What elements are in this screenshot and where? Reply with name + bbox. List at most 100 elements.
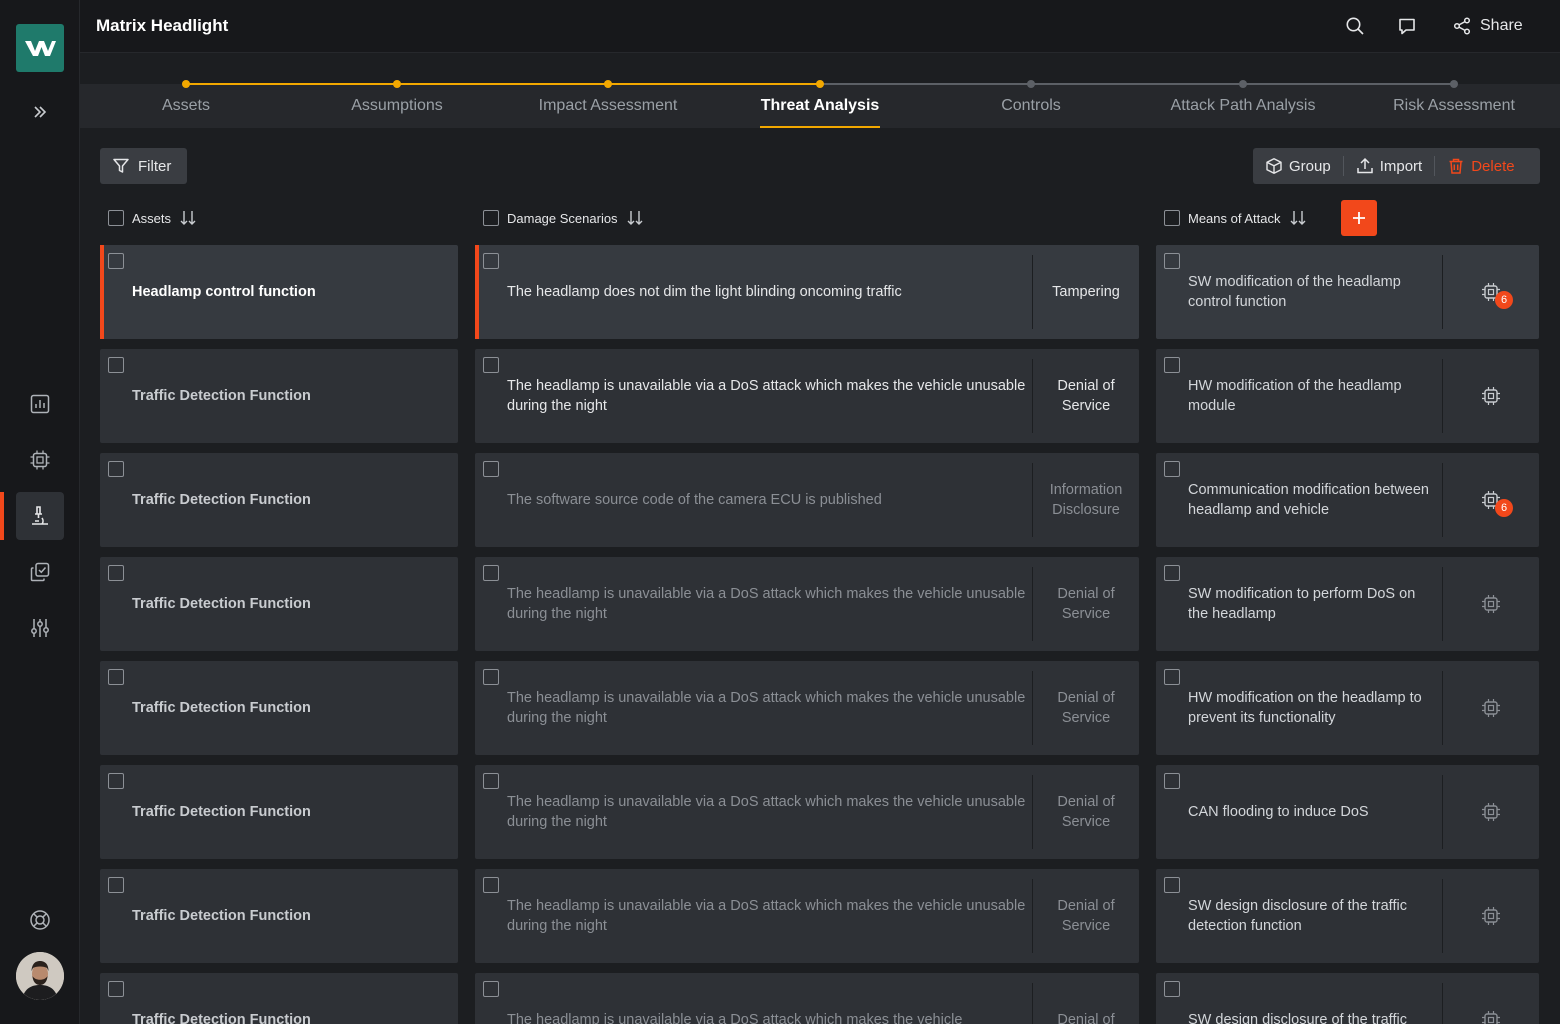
damage-scenario-card[interactable]: The headlamp is unavailable via a DoS at… (475, 661, 1139, 755)
means-of-attack-text: SW modification of the headlamp control … (1188, 274, 1401, 310)
damage-scenario-card[interactable]: The headlamp is unavailable via a DoS at… (475, 869, 1139, 963)
comment-icon[interactable] (1395, 14, 1419, 38)
asset-card[interactable]: Traffic Detection Function (100, 869, 458, 963)
damage-scenario-card[interactable]: The headlamp does not dim the light blin… (475, 245, 1139, 339)
asset-card[interactable]: Traffic Detection Function (100, 973, 458, 1024)
nav-help-button[interactable] (16, 896, 64, 944)
group-button[interactable]: Group (1253, 156, 1343, 176)
means-of-attack-checkbox[interactable] (1164, 565, 1180, 581)
asset-card[interactable]: Traffic Detection Function (100, 557, 458, 651)
select-all-assets-checkbox[interactable] (108, 210, 124, 226)
asset-card[interactable]: Traffic Detection Function (100, 349, 458, 443)
means-of-attack-checkbox[interactable] (1164, 253, 1180, 269)
count-badge: 6 (1495, 291, 1513, 309)
damage-scenario-card[interactable]: The headlamp is unavailable via a DoS at… (475, 557, 1139, 651)
nav-controls-button[interactable] (16, 548, 64, 596)
app-title: Matrix Headlight (96, 16, 229, 35)
means-of-attack-card[interactable]: SW design disclosure of the traffic (1156, 973, 1539, 1024)
sort-icon[interactable] (179, 209, 197, 227)
stepper-track (1031, 83, 1243, 85)
damage-scenario-text: The headlamp is unavailable via a DoS at… (507, 690, 1026, 726)
damage-scenario-card[interactable]: The headlamp is unavailable via a DoS at… (475, 765, 1139, 859)
damage-scenario-card[interactable]: The headlamp is unavailable via a DoS at… (475, 349, 1139, 443)
damage-scenario-card[interactable]: The headlamp is unavailable via a DoS at… (475, 973, 1139, 1024)
means-of-attack-checkbox[interactable] (1164, 669, 1180, 685)
stepper-dot (1027, 80, 1035, 88)
damage-scenario-checkbox[interactable] (483, 461, 499, 477)
asset-checkbox[interactable] (108, 565, 124, 581)
damage-scenario-card[interactable]: The software source code of the camera E… (475, 453, 1139, 547)
asset-card[interactable]: Traffic Detection Function (100, 661, 458, 755)
tab-step[interactable]: Threat Analysis (720, 97, 920, 115)
asset-checkbox[interactable] (108, 669, 124, 685)
nav-components-button[interactable] (16, 436, 64, 484)
tab-step[interactable]: Risk Assessment (1354, 97, 1554, 115)
import-button[interactable]: Import (1344, 156, 1435, 176)
tab-step[interactable]: Assets (86, 97, 286, 115)
tab-step[interactable]: Controls (931, 97, 1131, 115)
attack-component-button[interactable]: 6 (1443, 453, 1539, 547)
asset-checkbox[interactable] (108, 253, 124, 269)
nav-settings-button[interactable] (16, 604, 64, 652)
add-means-of-attack-button[interactable] (1341, 200, 1377, 236)
nav-reports-button[interactable] (16, 380, 64, 428)
means-of-attack-column-header: Means of Attack (1164, 208, 1307, 228)
attack-component-button[interactable] (1443, 557, 1539, 651)
damage-scenario-checkbox[interactable] (483, 981, 499, 997)
user-avatar[interactable] (16, 952, 64, 1000)
sort-icon[interactable] (1289, 209, 1307, 227)
tab-step[interactable]: Assumptions (297, 97, 497, 115)
asset-card[interactable]: Traffic Detection Function (100, 453, 458, 547)
means-of-attack-card[interactable]: HW modification on the headlamp to preve… (1156, 661, 1539, 755)
attack-component-button[interactable] (1443, 349, 1539, 443)
damage-scenario-checkbox[interactable] (483, 877, 499, 893)
share-icon (1453, 17, 1471, 35)
share-button[interactable]: Share (1452, 14, 1523, 38)
chip-icon (1482, 387, 1500, 405)
means-of-attack-card[interactable]: HW modification of the headlamp module (1156, 349, 1539, 443)
select-all-means-of-attack-checkbox[interactable] (1164, 210, 1180, 226)
damage-scenario-checkbox[interactable] (483, 253, 499, 269)
attack-component-button[interactable] (1443, 661, 1539, 755)
select-all-damage-scenarios-checkbox[interactable] (483, 210, 499, 226)
attack-component-button[interactable] (1443, 869, 1539, 963)
stepper-dot (182, 80, 190, 88)
means-of-attack-checkbox[interactable] (1164, 461, 1180, 477)
asset-checkbox[interactable] (108, 461, 124, 477)
asset-checkbox[interactable] (108, 773, 124, 789)
tab-step[interactable]: Impact Assessment (508, 97, 708, 115)
damage-scenarios-column-header: Damage Scenarios (483, 208, 644, 228)
means-of-attack-card[interactable]: CAN flooding to induce DoS (1156, 765, 1539, 859)
attack-component-button[interactable] (1443, 765, 1539, 859)
asset-checkbox[interactable] (108, 357, 124, 373)
app-logo[interactable] (16, 24, 64, 72)
damage-scenario-checkbox[interactable] (483, 669, 499, 685)
stride-category: Denial of Service (1057, 690, 1115, 726)
means-of-attack-checkbox[interactable] (1164, 877, 1180, 893)
means-of-attack-card[interactable]: SW design disclosure of the traffic dete… (1156, 869, 1539, 963)
nav-threat-analysis-button[interactable] (16, 492, 64, 540)
expand-sidebar-icon[interactable] (28, 100, 52, 124)
attack-component-button[interactable] (1443, 973, 1539, 1024)
attack-component-button[interactable]: 6 (1443, 245, 1539, 339)
asset-checkbox[interactable] (108, 877, 124, 893)
means-of-attack-card[interactable]: SW modification of the headlamp control … (1156, 245, 1539, 339)
sort-icon[interactable] (626, 209, 644, 227)
stepper-dot (604, 80, 612, 88)
delete-button[interactable]: Delete (1435, 156, 1526, 176)
search-icon[interactable] (1343, 14, 1367, 38)
filter-button[interactable]: Filter (100, 148, 187, 184)
asset-card[interactable]: Traffic Detection Function (100, 765, 458, 859)
means-of-attack-checkbox[interactable] (1164, 981, 1180, 997)
chip-icon (1482, 699, 1500, 717)
means-of-attack-checkbox[interactable] (1164, 357, 1180, 373)
asset-card[interactable]: Headlamp control function (100, 245, 458, 339)
means-of-attack-card[interactable]: SW modification to perform DoS on the he… (1156, 557, 1539, 651)
damage-scenario-checkbox[interactable] (483, 773, 499, 789)
tab-step[interactable]: Attack Path Analysis (1143, 97, 1343, 115)
damage-scenario-checkbox[interactable] (483, 357, 499, 373)
means-of-attack-checkbox[interactable] (1164, 773, 1180, 789)
means-of-attack-card[interactable]: Communication modification between headl… (1156, 453, 1539, 547)
damage-scenario-checkbox[interactable] (483, 565, 499, 581)
asset-checkbox[interactable] (108, 981, 124, 997)
